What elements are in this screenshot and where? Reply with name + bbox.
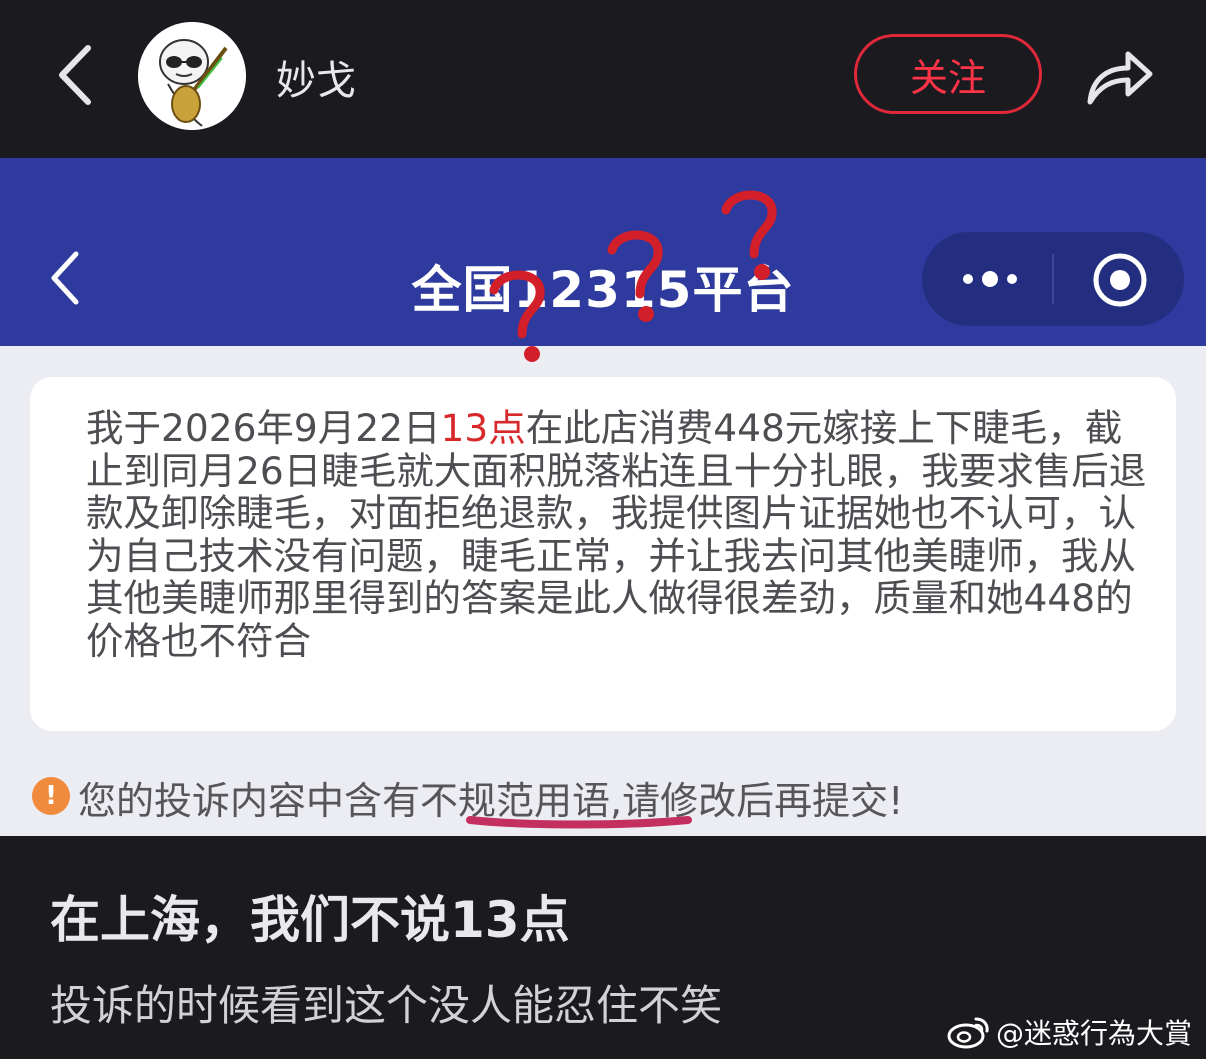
complaint-text-card: 我于2026年9月22日13点在此店消费448元嫁接上下睫毛，截止到同月26日睫… (30, 377, 1176, 731)
avatar[interactable] (138, 22, 246, 130)
watermark: @迷惑行為大賞 (946, 1012, 1192, 1052)
target-icon[interactable] (1092, 252, 1148, 308)
post-body: 投诉的时候看到这个没人能忍住不笑 (50, 981, 723, 1030)
more-dots-icon[interactable] (958, 262, 1022, 296)
avatar-illustration-icon (138, 22, 246, 130)
post-title: 在上海，我们不说13点 (50, 891, 570, 949)
mini-program-capsule (922, 232, 1184, 326)
complaint-text-before: 我于2026年9月22日 (86, 406, 441, 450)
watermark-text: @迷惑行為大賞 (995, 1017, 1192, 1050)
underline-annotation (466, 816, 692, 829)
weibo-icon (947, 1017, 989, 1049)
highlighted-time: 13点 (440, 406, 526, 450)
back-arrow-icon[interactable] (48, 40, 108, 110)
warning-icon: ! (32, 777, 70, 815)
app-top-bar: 妙戈 关注 (0, 0, 1206, 158)
complaint-screenshot: 全国12315平台 我于2026年9月22日13点在此店消费448元嫁接上下睫毛… (0, 158, 1206, 836)
capsule-divider (1052, 254, 1054, 304)
platform-header: 全国12315平台 (0, 158, 1206, 346)
complaint-text: 我于2026年9月22日13点在此店消费448元嫁接上下睫毛，截止到同月26日睫… (86, 407, 1154, 662)
share-icon[interactable] (1082, 40, 1156, 110)
username[interactable]: 妙戈 (276, 48, 356, 106)
follow-button[interactable]: 关注 (854, 34, 1042, 114)
